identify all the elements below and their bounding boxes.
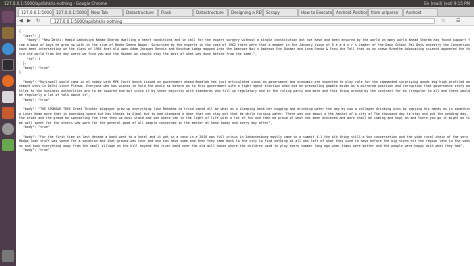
forward-icon[interactable]: ▶ [27,17,31,25]
settings-icon[interactable] [2,123,14,135]
json-line: } [19,70,21,75]
json-line: "body": "true" [19,65,50,70]
address-bar[interactable]: 127.0.0.1:5000/api/bhk/is-nothing [50,18,435,24]
tab-10[interactable]: from urlparse [368,8,403,16]
tab-8[interactable]: How to Execute [298,8,333,16]
json-response-page: { "user": { "body": "New Delhi: Hamid La… [16,26,474,266]
reload-icon[interactable]: ↻ [36,17,40,25]
os-top-panel: 127.0.0.1:5000/api/bhk/is-nothing - Goog… [0,0,474,7]
chrome-icon[interactable] [2,43,14,55]
android-studio-icon[interactable] [2,139,14,151]
firefox-icon[interactable] [2,75,14,87]
json-line: "user": { [19,33,41,38]
json-line: "id": 1 [19,56,41,61]
app-launcher [0,7,16,266]
json-line: "body": "Rajinwell would come in at nobb… [19,79,472,98]
json-line: }, [19,61,27,66]
json-line: { [19,29,21,33]
back-icon[interactable]: ◀ [19,17,23,25]
tab-7[interactable]: Scrapy [263,8,298,16]
tab-4[interactable]: Flask [158,8,193,16]
text-editor-icon[interactable] [2,91,14,103]
json-line: "body": "THE SPONSOR TREE Great Thinker … [19,107,470,125]
tab-1[interactable]: 127.0.0.1:5000/api/ [53,8,88,16]
dash-home-icon[interactable] [2,11,14,23]
software-center-icon[interactable] [2,107,14,119]
trash-icon[interactable] [2,250,14,262]
json-line: "body": "For the first time in last deca… [19,134,470,148]
chrome-window: 127.0.0.1:5000/api/ 127.0.0.1:5000/api/ … [16,7,474,266]
terminal-icon[interactable] [2,59,14,71]
browser-toolbar: ◀ ▶ ↻ 127.0.0.1:5000/api/bhk/is-nothing … [16,17,474,26]
tab-9[interactable]: Android Positions [333,8,368,16]
json-line: "body": "New Delhi: Hamid Lakhasiya Neda… [19,38,472,56]
tab-5[interactable]: Datastructure [193,8,228,16]
tab-11[interactable]: Android [403,8,438,16]
bookmark-star-icon[interactable]: ☆ [441,17,445,25]
json-line: "body": "true" [19,148,50,153]
json-text: { "user": { "body": "New Delhi: Hamid La… [16,26,474,153]
tab-2[interactable]: New Tab [88,8,123,16]
files-icon[interactable] [2,27,14,39]
tab-3[interactable]: Datastructure [123,8,158,16]
system-tray[interactable]: En (mail) (vol) 9:15 PM [424,0,470,7]
json-line: "body": "true" [19,97,50,102]
tab-6[interactable]: Designing a RESTful [228,8,263,16]
tab-0[interactable]: 127.0.0.1:5000/api/ [18,8,53,16]
tab-strip: 127.0.0.1:5000/api/ 127.0.0.1:5000/api/ … [16,7,474,17]
window-title: 127.0.0.1:5000/api/bhk/is-nothing - Goog… [4,1,108,6]
menu-icon[interactable]: ☰ [456,17,460,25]
json-line: "body": "true" [19,125,50,130]
